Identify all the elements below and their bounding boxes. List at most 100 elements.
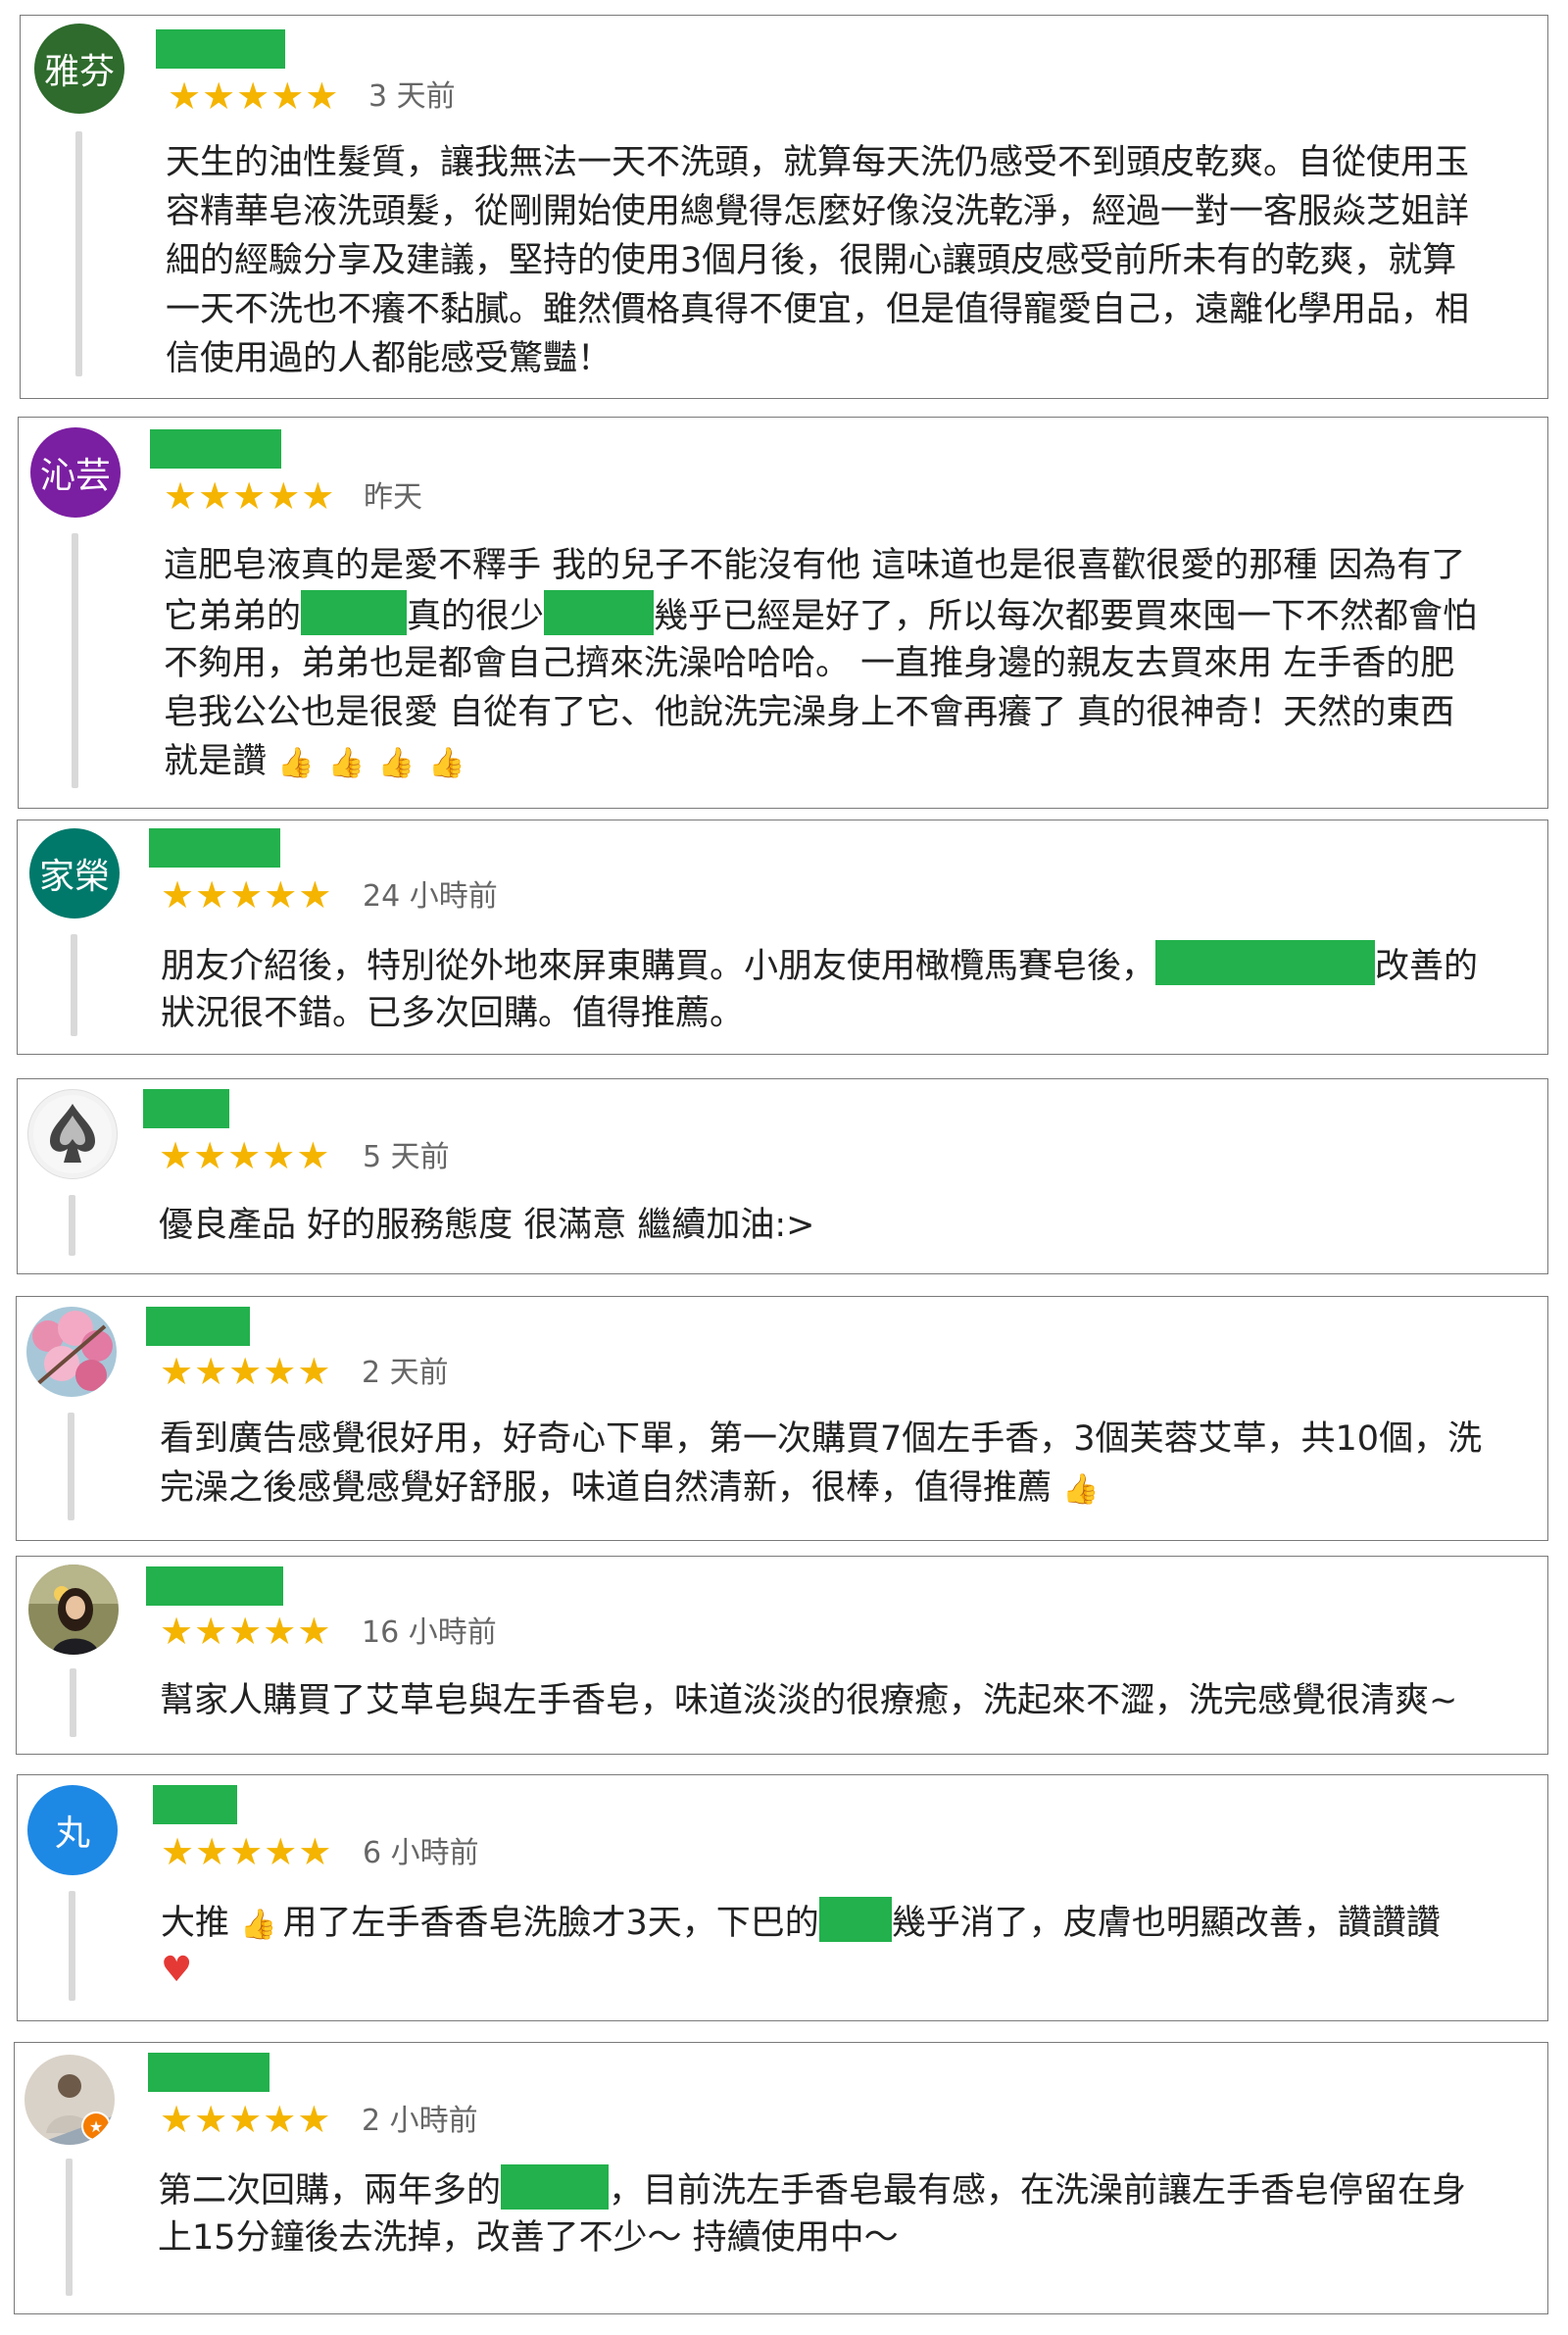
star-icon: ★	[229, 873, 264, 917]
review-time: 2 天前	[362, 1356, 449, 1390]
redaction-block	[544, 590, 655, 635]
thread-line	[68, 1413, 74, 1520]
star-icon: ★	[193, 1134, 227, 1177]
review-time: 2 小時前	[362, 2104, 478, 2138]
star-icon: ★	[161, 873, 195, 917]
thread-line	[69, 1195, 75, 1256]
star-icon: ★	[264, 873, 298, 917]
star-icon: ★	[267, 474, 301, 518]
thread-line	[75, 131, 82, 376]
spade-logo-icon	[33, 1095, 112, 1173]
star-icon: ★	[228, 1610, 263, 1653]
review-card: ★ ★ ★ ★ ★ 5 天前 優良產品 好的服務態度 很滿意 繼續加油:>	[17, 1078, 1548, 1274]
star-rating: ★ ★ ★ ★ ★	[160, 1352, 330, 1391]
thumbs-up-icon: 👍	[428, 746, 466, 780]
star-icon: ★	[264, 1830, 298, 1873]
star-rating: ★ ★ ★ ★ ★	[164, 476, 334, 516]
star-icon: ★	[159, 1134, 193, 1177]
star-icon: ★	[270, 75, 305, 118]
star-icon: ★	[194, 1610, 228, 1653]
review-card: 丸 ★ ★ ★ ★ ★ 6 小時前 大推 👍 用了左手香香皂洗臉才3天，下巴的 幾乎消了，皮…	[17, 1774, 1548, 2021]
star-icon: ★	[198, 474, 232, 518]
review-card: 沁芸 ★ ★ ★ ★ ★ 昨天 這肥皂液真的是愛不釋手 我的兒子不能沒有他 這味道也是很…	[18, 417, 1548, 809]
reviewer-name-redacted[interactable]	[146, 1307, 250, 1346]
star-icon: ★	[194, 2098, 228, 2141]
star-icon: ★	[297, 1610, 331, 1653]
star-icon: ★	[297, 2098, 331, 2141]
star-icon: ★	[195, 1830, 229, 1873]
star-icon: ★	[160, 1610, 194, 1653]
star-icon: ★	[228, 2098, 263, 2141]
reviewer-name-redacted[interactable]	[156, 29, 285, 69]
redaction-block	[1155, 940, 1376, 985]
heart-icon: ♥	[161, 1950, 193, 1990]
review-time: 5 天前	[363, 1140, 450, 1174]
redaction-block	[818, 1897, 892, 1942]
reviewer-name-redacted[interactable]	[143, 1089, 229, 1128]
avatar[interactable]: ★	[24, 2055, 115, 2145]
thumbs-up-icon: 👍	[377, 746, 416, 780]
flower-photo-icon	[26, 1307, 117, 1397]
review-time: 16 小時前	[362, 1615, 497, 1650]
review-card: ★ ★ ★ ★ ★ ★ 2 小時前 第二次回購，兩年多的 ，目前洗左手香皂最有感，在洗澡前…	[14, 2042, 1548, 2314]
thread-line	[70, 1668, 76, 1737]
star-icon: ★	[164, 474, 198, 518]
star-icon: ★	[298, 873, 332, 917]
star-rating: ★ ★ ★ ★ ★	[160, 1612, 330, 1651]
star-rating: ★ ★ ★ ★ ★	[159, 1136, 329, 1175]
reviewer-name-redacted[interactable]	[153, 1785, 237, 1824]
star-icon: ★	[298, 1830, 332, 1873]
avatar[interactable]: 沁芸	[30, 427, 121, 518]
redaction-block	[501, 2164, 610, 2210]
review-time: 3 天前	[368, 79, 456, 114]
thread-line	[69, 1891, 75, 2001]
star-icon: ★	[301, 474, 335, 518]
review-time: 6 小時前	[363, 1836, 479, 1870]
review-card: 家榮 ★ ★ ★ ★ ★ 24 小時前 朋友介紹後，特別從外地來屏東購買。小朋友使用橄欖…	[17, 820, 1548, 1055]
reviewer-name-redacted[interactable]	[150, 429, 281, 469]
reviewer-name-redacted[interactable]	[149, 828, 280, 868]
star-icon: ★	[263, 1610, 297, 1653]
reviewer-name-redacted[interactable]	[146, 1566, 283, 1606]
review-time: 昨天	[364, 480, 422, 515]
review-time: 24 小時前	[363, 879, 498, 914]
star-icon: ★	[160, 1350, 194, 1393]
review-card: ★ ★ ★ ★ ★ 16 小時前 幫家人購買了艾草皂與左手香皂，味道淡淡的很療癒，洗起來…	[16, 1556, 1548, 1755]
review-text: 天生的油性髮質，讓我無法一天不洗頭，就算每天洗仍感受不到頭皮乾爽。自從使用玉 容…	[166, 143, 1470, 378]
star-icon: ★	[305, 75, 339, 118]
star-rating: ★ ★ ★ ★ ★	[161, 1832, 331, 1871]
star-icon: ★	[236, 75, 270, 118]
avatar[interactable]	[27, 1089, 118, 1179]
review-text: 朋友介紹後，特別從外地來屏東購買。小朋友使用橄欖馬賽皂後， 改善的 狀況很不錯。已…	[161, 940, 1478, 1038]
review-card: ★ ★ ★ ★ ★ 2 天前 看到廣告感覺很好用，好奇心下單，第一次購買7個左手香，3個…	[16, 1296, 1548, 1541]
star-icon: ★	[160, 2098, 194, 2141]
review-text: 大推 👍 用了左手香香皂洗臉才3天，下巴的 幾乎消了，皮膚也明顯改善，讚讚讚 ♥	[161, 1897, 1441, 1995]
star-icon: ★	[227, 1134, 262, 1177]
star-rating: ★ ★ ★ ★ ★	[161, 875, 331, 915]
review-text: 優良產品 好的服務態度 很滿意 繼續加油:>	[159, 1206, 815, 1245]
star-icon: ★	[194, 1350, 228, 1393]
thumbs-up-icon: 👍	[1062, 1472, 1100, 1507]
avatar[interactable]	[26, 1307, 117, 1397]
thumbs-up-icon: 👍	[327, 746, 365, 780]
review-card: 雅芬 ★ ★ ★ ★ ★ 3 天前 天生的油性髮質，讓我無法一天不洗頭，就算每天洗仍感受…	[20, 15, 1548, 399]
avatar[interactable]	[28, 1565, 119, 1655]
review-text: 第二次回購，兩年多的 ，目前洗左手香皂最有感，在洗澡前讓左手香皂停留在身 上15分…	[158, 2164, 1466, 2262]
thumbs-up-icon: 👍	[240, 1908, 277, 1942]
thread-line	[71, 934, 77, 1036]
avatar[interactable]: 雅芬	[34, 24, 124, 114]
star-icon: ★	[263, 2098, 297, 2141]
star-icon: ★	[168, 75, 202, 118]
star-icon: ★	[263, 1350, 297, 1393]
review-text: 幫家人購買了艾草皂與左手香皂，味道淡淡的很療癒，洗起來不澀，洗完感覺很清爽~	[160, 1681, 1458, 1720]
star-icon: ★	[262, 1134, 296, 1177]
star-icon: ★	[161, 1830, 195, 1873]
redaction-block	[301, 590, 408, 635]
avatar[interactable]: 丸	[27, 1785, 118, 1875]
avatar[interactable]: 家榮	[29, 828, 120, 919]
star-icon: ★	[195, 873, 229, 917]
review-text: 看到廣告感覺很好用，好奇心下單，第一次購買7個左手香，3個芙蓉艾草，共10個，洗…	[160, 1415, 1482, 1513]
thumbs-up-icon: 👍	[277, 746, 315, 780]
star-icon: ★	[202, 75, 236, 118]
reviewer-name-redacted[interactable]	[148, 2053, 270, 2092]
